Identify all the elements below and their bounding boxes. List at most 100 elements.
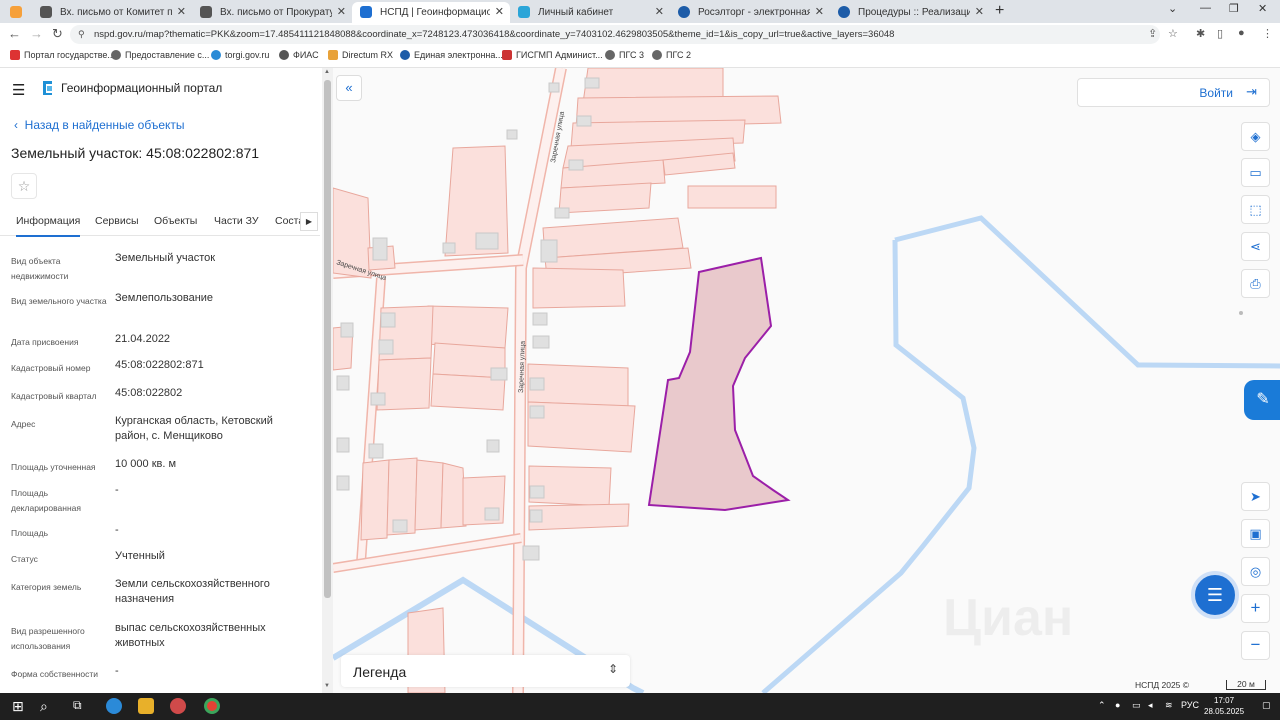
browser-tab-3-active[interactable]: НСПД | Геоинформационный п ✕ [352, 2, 510, 23]
bookmark-item[interactable]: Единая электронна... [400, 50, 503, 60]
land-parcel [424, 305, 509, 349]
close-icon[interactable]: ✕ [177, 5, 186, 18]
building-marker [584, 77, 600, 89]
chrome-icon[interactable] [204, 698, 220, 714]
bookmark-item[interactable]: ПГС 3 [605, 50, 644, 60]
globe-icon [652, 50, 662, 60]
bookmark-item[interactable]: Портал государстве... [10, 50, 115, 60]
bookmark-item[interactable]: ПГС 2 [652, 50, 691, 60]
zoom-out-button[interactable]: − [1241, 631, 1270, 660]
sidepanel-icon[interactable]: ▯ [1217, 27, 1223, 40]
close-icon[interactable]: ✕ [975, 5, 984, 18]
windows-start-icon[interactable]: ⊞ [12, 698, 24, 715]
new-tab-icon[interactable]: + [995, 2, 1004, 20]
menu-kebab-icon[interactable]: ⋮ [1262, 27, 1273, 40]
network-icon[interactable]: ▭ [1132, 700, 1141, 711]
notifications-icon[interactable]: ▢ [1262, 700, 1271, 711]
scroll-down-icon[interactable]: ▼ [324, 683, 330, 689]
bookmark-item[interactable]: torgi.gov.ru [211, 50, 269, 60]
cabinet-favicon-icon [518, 6, 530, 18]
share-map-button[interactable]: ⋖ [1241, 232, 1270, 261]
legend-dropdown[interactable]: Легенда ⇕ [341, 655, 630, 687]
measure-button[interactable]: ▭ [1241, 158, 1270, 187]
building-marker [380, 312, 396, 328]
chat-assistant-button[interactable]: ☰ [1191, 571, 1239, 619]
select-area-button[interactable]: ⬚ [1241, 195, 1270, 224]
layers-button[interactable]: ◈ [1241, 122, 1270, 151]
share-icon: ⋖ [1250, 239, 1261, 254]
wifi-icon[interactable]: ≋ [1165, 700, 1173, 711]
browser-tab-2[interactable]: Вх. письмо от Прокуратура Кет ✕ [192, 2, 352, 23]
plus-icon: + [1250, 598, 1261, 617]
close-icon[interactable]: ✕ [655, 5, 664, 18]
torgi-icon [211, 50, 221, 60]
login-arrow-icon: ⇥ [1246, 84, 1257, 99]
task-view-icon[interactable]: ⧉ [73, 698, 82, 713]
scroll-up-icon[interactable]: ▲ [324, 69, 330, 75]
selected-parcel-45-08-022802-871[interactable] [647, 256, 791, 512]
bookmark-item[interactable]: Directum RX [328, 50, 393, 60]
extensions-icon[interactable]: ✱ [1196, 27, 1205, 40]
browser-tab-5[interactable]: Росэлторг - электронная торгов ✕ [670, 2, 830, 23]
building-marker [529, 377, 545, 391]
minimize-icon[interactable]: — [1200, 2, 1211, 14]
tabs-scroll-right-icon[interactable]: ▶ [300, 212, 318, 231]
tab-pinned[interactable] [0, 2, 30, 23]
close-icon[interactable]: ✕ [815, 5, 824, 18]
file-explorer-icon[interactable] [138, 698, 154, 714]
browser-tab-6[interactable]: Процедуры :: Реализация госи ✕ [830, 2, 990, 23]
locate-direction-button[interactable]: ➤ [1241, 482, 1270, 511]
zoom-in-button[interactable]: + [1241, 594, 1270, 623]
collapse-panel-button[interactable]: « [336, 75, 362, 101]
tab-search-icon[interactable]: ⌄ [1168, 2, 1177, 15]
app-icon[interactable] [170, 698, 186, 714]
hamburger-menu-icon[interactable]: ☰ [12, 81, 25, 99]
tab-info[interactable]: Информация [16, 215, 81, 237]
tab-objects[interactable]: Объекты [154, 215, 197, 227]
map-canvas[interactable]: Заречная улица Заречная улица Заречная у… [333, 68, 1280, 693]
print-button[interactable]: ⎙ [1241, 269, 1270, 298]
close-icon[interactable]: ✕ [337, 5, 346, 18]
reload-icon[interactable]: ↻ [52, 26, 63, 42]
share-icon[interactable]: ⇪ [1148, 27, 1157, 40]
directum-icon [328, 50, 338, 60]
profile-icon[interactable]: ● [1238, 27, 1245, 39]
tray-app-icon[interactable]: ● [1115, 700, 1120, 710]
feedback-icon: ✎ [1256, 391, 1270, 408]
minimap-button[interactable]: ▣ [1241, 519, 1270, 548]
tab-parts[interactable]: Части ЗУ [214, 215, 259, 227]
building-marker [490, 367, 508, 381]
close-icon[interactable]: ✕ [495, 5, 504, 18]
gosuslugi-feedback-button[interactable]: ✎ [1244, 380, 1280, 420]
tab-services[interactable]: Сервисы [95, 215, 139, 227]
edge-icon[interactable] [106, 698, 122, 714]
forward-arrow-icon[interactable]: → [30, 26, 43, 41]
building-marker [336, 437, 350, 453]
tray-chevron-up-icon[interactable]: ⌃ [1098, 700, 1106, 711]
search-icon[interactable]: ⌕ [40, 698, 48, 715]
window-close-icon[interactable]: ✕ [1258, 2, 1267, 15]
back-to-results-link[interactable]: ‹ Назад в найденные объекты [14, 118, 185, 132]
panel-scrollbar[interactable]: ▲ ▼ [322, 68, 333, 693]
bookmark-item[interactable]: ГИСГМП Админист... [502, 50, 603, 60]
site-info-icon[interactable]: ⚲ [78, 25, 85, 44]
browser-tab-1[interactable]: Вх. письмо от Комитет по упра ✕ [32, 2, 192, 23]
building-marker [378, 339, 394, 355]
favorite-star-icon[interactable]: ☆ [11, 173, 37, 199]
url-field[interactable]: ⚲ nspd.gov.ru/map?thematic=PKK&zoom=17.4… [70, 25, 1160, 44]
restore-icon[interactable]: ❐ [1229, 2, 1239, 15]
land-parcel [687, 185, 777, 209]
geolocation-button[interactable]: ◎ [1241, 557, 1270, 586]
bookmark-item[interactable]: ФИАС [279, 50, 319, 60]
volume-icon[interactable]: ◂ [1148, 700, 1153, 711]
back-arrow-icon[interactable]: ← [8, 26, 21, 41]
procedures-favicon-icon [838, 6, 850, 18]
input-language[interactable]: РУС [1181, 700, 1199, 710]
land-parcel [414, 459, 444, 531]
bookmark-star-icon[interactable]: ☆ [1168, 27, 1178, 40]
scroll-thumb[interactable] [324, 80, 331, 598]
bookmark-item[interactable]: Предоставление с... [111, 50, 209, 60]
system-clock[interactable]: 17:07 28.05.2025 [1204, 695, 1244, 717]
login-button[interactable]: Войти ⇥ [1077, 78, 1270, 107]
browser-tab-4[interactable]: Личный кабинет ✕ [510, 2, 670, 23]
